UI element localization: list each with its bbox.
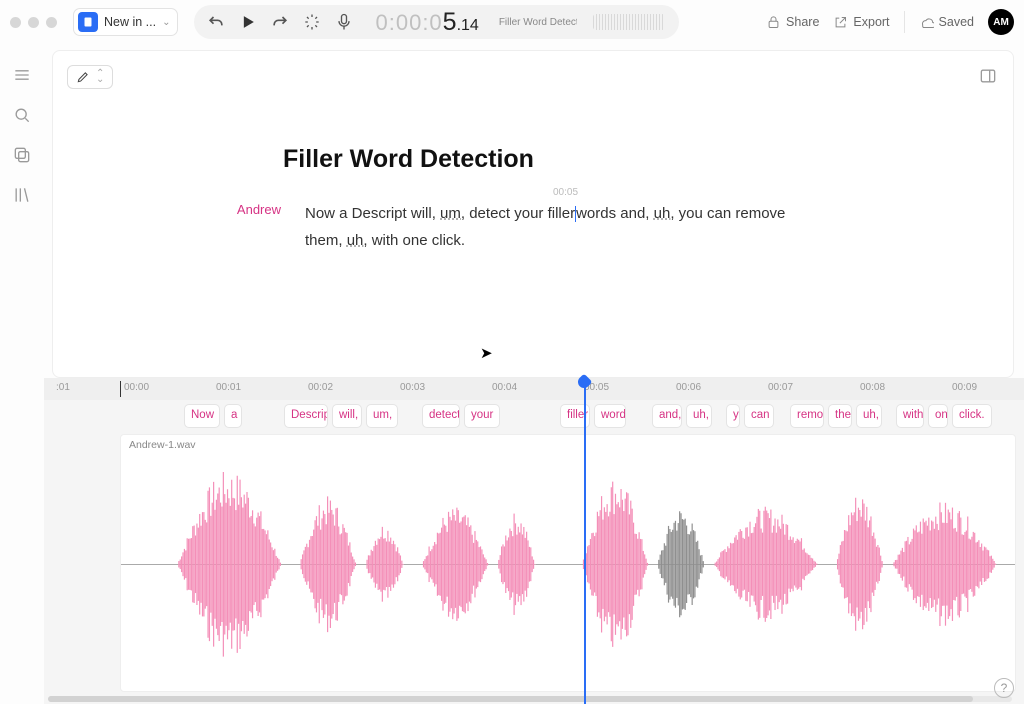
- title-bar: New in ... ⌄ 0:00:05.14 Filler Word Dete…: [0, 0, 1024, 44]
- divider: [904, 11, 905, 33]
- word-track: Nowa Descripwill,um, detectyour fillerword a…: [44, 400, 1024, 430]
- time-marker: 00:05: [553, 184, 578, 202]
- record-button[interactable]: [334, 12, 354, 32]
- menu-button[interactable]: [11, 64, 33, 86]
- word-pill[interactable]: can: [744, 404, 774, 428]
- playhead[interactable]: [584, 378, 586, 704]
- mouse-cursor: ➤: [480, 344, 493, 362]
- effects-button[interactable]: [302, 12, 322, 32]
- chevron-down-icon: ⌄: [162, 17, 170, 28]
- word-pill[interactable]: y: [726, 404, 740, 428]
- ruler-tick: 00:02: [308, 382, 333, 393]
- word-pill[interactable]: detect: [422, 404, 460, 428]
- transcript[interactable]: 00:05 Now a Descript will, um, detect yo…: [305, 200, 843, 254]
- ruler-tick: 00:04: [492, 382, 517, 393]
- redo-button[interactable]: [270, 12, 290, 32]
- word-pill[interactable]: word: [594, 404, 626, 428]
- doc-icon: [78, 12, 98, 32]
- library-button[interactable]: [11, 184, 33, 206]
- saved-indicator: Saved: [919, 15, 974, 30]
- word-pill[interactable]: will,: [332, 404, 362, 428]
- clip-label: Filler Word Detectio: [499, 17, 577, 28]
- document-switcher[interactable]: New in ... ⌄: [73, 8, 178, 36]
- word-pill[interactable]: Descrip: [284, 404, 328, 428]
- page-title[interactable]: Filler Word Detection: [283, 145, 843, 174]
- waveform: [121, 455, 1015, 674]
- document-panel: ⌃⌄ Filler Word Detection Andrew 00:05 No…: [52, 50, 1014, 378]
- waveform-clip[interactable]: Andrew-1.wav: [120, 434, 1016, 692]
- horizontal-scrollbar[interactable]: [48, 696, 1012, 702]
- copy-button[interactable]: [11, 144, 33, 166]
- undo-button[interactable]: [206, 12, 226, 32]
- ruler-tick: 00:03: [400, 382, 425, 393]
- word-pill[interactable]: with: [896, 404, 924, 428]
- help-button[interactable]: ?: [994, 678, 1014, 698]
- avatar[interactable]: AM: [988, 9, 1014, 35]
- search-button[interactable]: [11, 104, 33, 126]
- ruler-tick: 00:01: [216, 382, 241, 393]
- timecode: 0:00:05.14: [376, 8, 479, 37]
- ruler-tick: 00:06: [676, 382, 701, 393]
- share-button[interactable]: Share: [766, 15, 819, 30]
- word-pill[interactable]: remo: [790, 404, 824, 428]
- word-pill[interactable]: your: [464, 404, 500, 428]
- timeline: :0100:0000:0100:0200:0300:0400:0500:0600…: [44, 378, 1024, 704]
- filler-word: uh,: [654, 205, 675, 222]
- left-rail: [0, 50, 44, 704]
- word-pill[interactable]: uh,: [856, 404, 882, 428]
- properties-panel-button[interactable]: [977, 65, 999, 87]
- ruler-tick: 00:00: [124, 382, 149, 393]
- word-pill[interactable]: um,: [366, 404, 398, 428]
- ruler-tick: :01: [56, 382, 70, 393]
- time-ruler[interactable]: :0100:0000:0100:0200:0300:0400:0500:0600…: [44, 378, 1024, 400]
- word-pill[interactable]: a: [224, 404, 242, 428]
- document-name: New in ...: [104, 15, 156, 29]
- filler-word: uh,: [347, 232, 368, 249]
- clip-filename: Andrew-1.wav: [129, 439, 196, 451]
- word-pill[interactable]: the: [828, 404, 852, 428]
- ruler-tick: 00:08: [860, 382, 885, 393]
- mini-waveform: [593, 14, 665, 30]
- filler-word: um,: [440, 205, 465, 222]
- export-button[interactable]: Export: [833, 15, 889, 30]
- word-pill[interactable]: filler: [560, 404, 590, 428]
- speaker-label[interactable]: Andrew: [223, 200, 281, 254]
- word-pill[interactable]: and,: [652, 404, 682, 428]
- word-pill[interactable]: click.: [952, 404, 992, 428]
- word-pill[interactable]: uh,: [686, 404, 712, 428]
- edit-mode[interactable]: ⌃⌄: [67, 65, 113, 89]
- playback-controls: 0:00:05.14 Filler Word Detectio: [194, 5, 679, 39]
- word-pill[interactable]: Now: [184, 404, 220, 428]
- word-pill[interactable]: on: [928, 404, 948, 428]
- play-button[interactable]: [238, 12, 258, 32]
- window-controls[interactable]: [10, 17, 57, 28]
- ruler-tick: 00:07: [768, 382, 793, 393]
- ruler-tick: 00:09: [952, 382, 977, 393]
